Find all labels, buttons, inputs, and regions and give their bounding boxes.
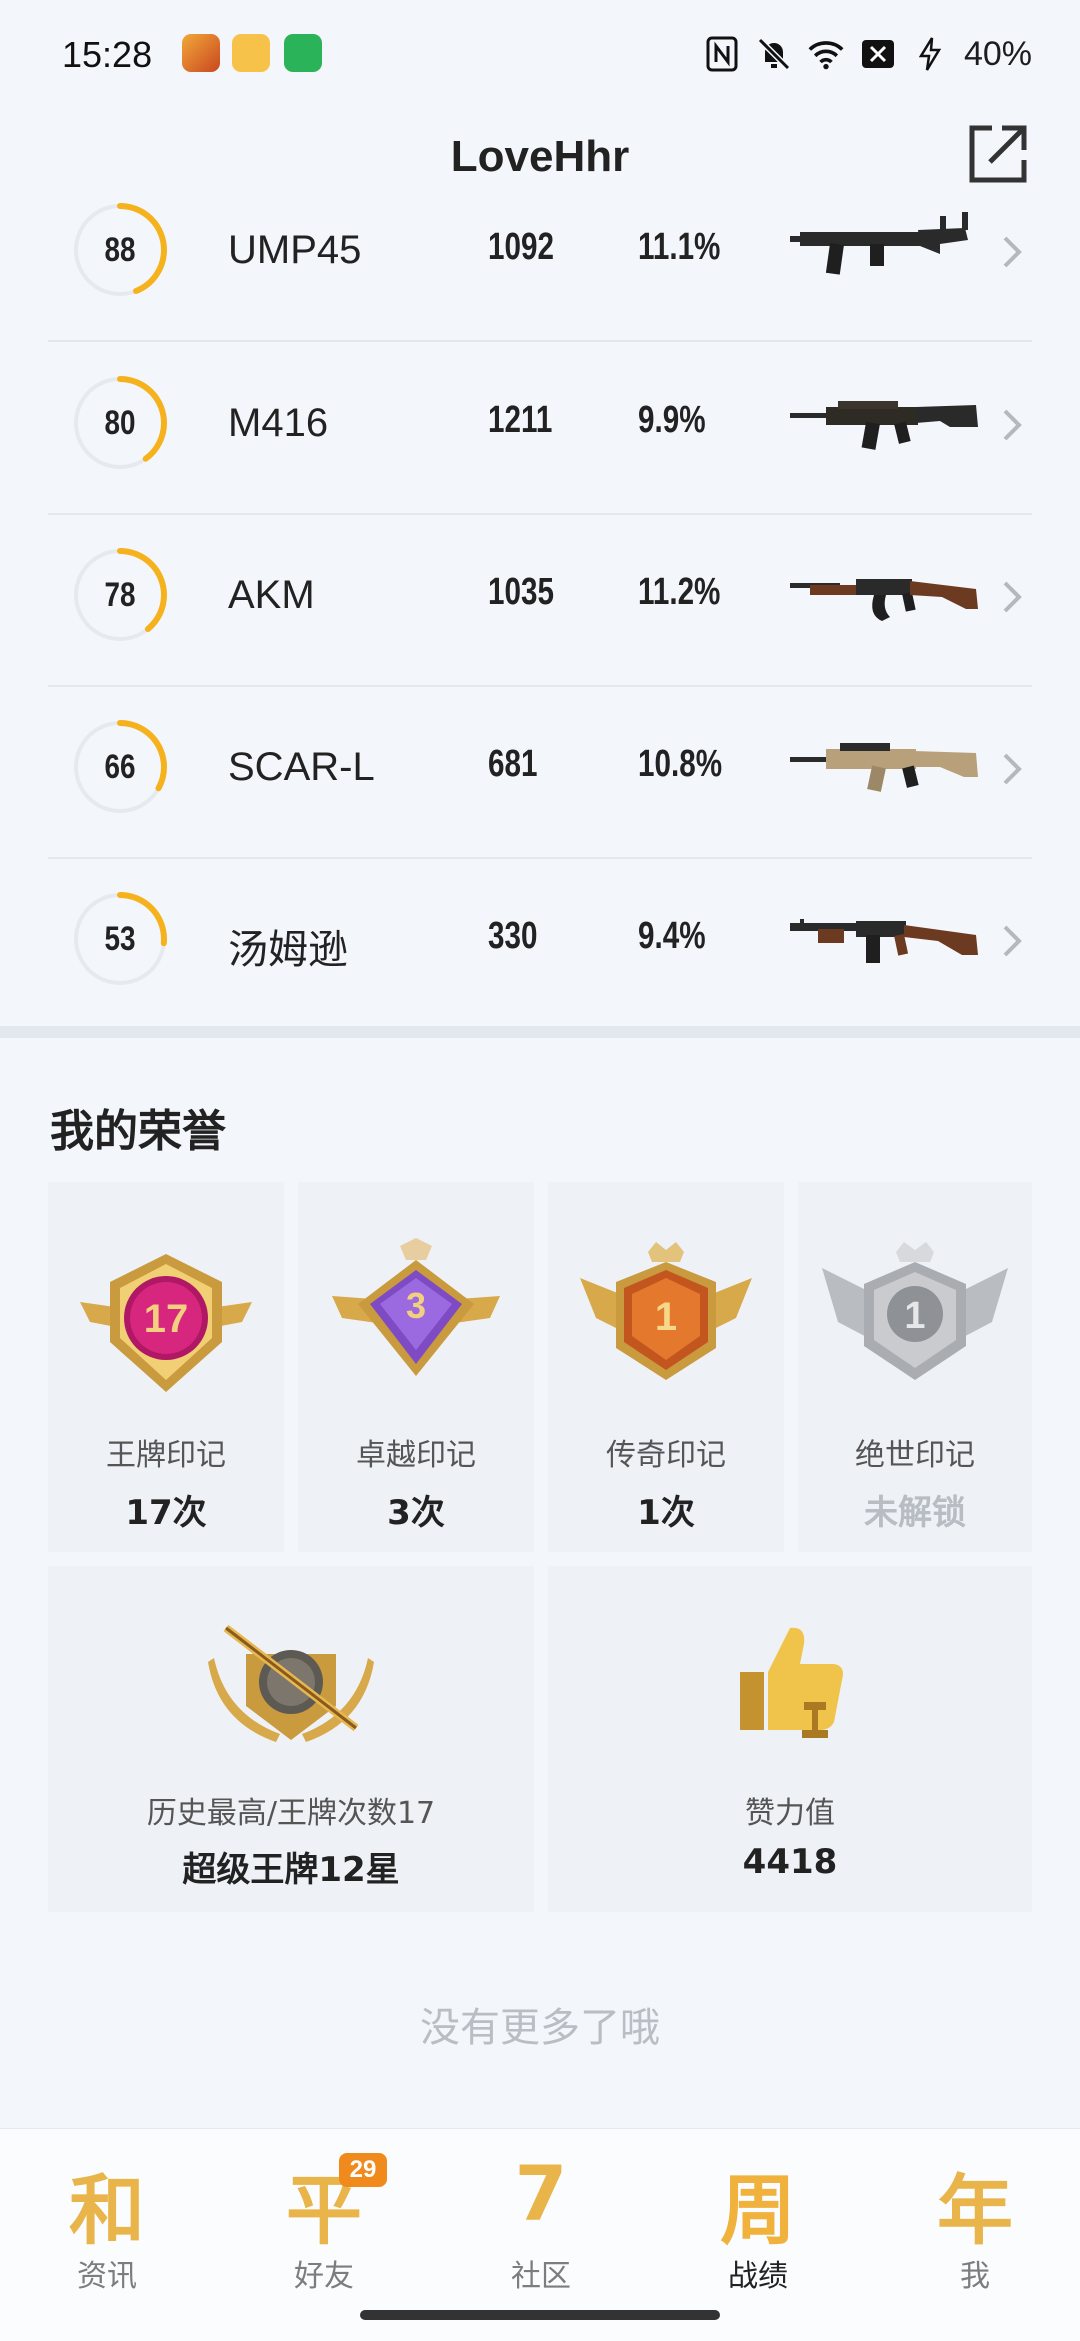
- highest-value: 超级王牌12星: [182, 1850, 400, 1890]
- legend-mark-badge-icon: 1: [580, 1242, 752, 1380]
- honor-card-likes[interactable]: 赞力值 4418: [548, 1566, 1032, 1912]
- ace-mark-badge-icon: 17: [80, 1254, 252, 1392]
- score-value: 80: [104, 403, 136, 442]
- mark-value-locked: 未解锁: [864, 1493, 966, 1533]
- shield-app-icon: [284, 34, 322, 72]
- news-tab-icon: 和: [69, 2166, 145, 2255]
- mark-label: 绝世印记: [855, 1438, 975, 1473]
- score-gauge: 88: [70, 200, 170, 300]
- weapon-row[interactable]: 80 M416 1211 9.9%: [48, 343, 1032, 515]
- tab-label: 资讯: [77, 2259, 137, 2294]
- wifi-icon: [808, 36, 844, 72]
- excellence-mark-badge-icon: 3: [332, 1238, 500, 1376]
- weapon-rate: 9.9%: [638, 399, 706, 441]
- score-gauge: 66: [70, 717, 170, 817]
- score-gauge: 53: [70, 889, 170, 989]
- score-gauge: 80: [70, 373, 170, 473]
- stats-tab-icon: 周: [720, 2166, 796, 2255]
- tab-label: 战绩: [728, 2259, 788, 2294]
- thumbs-up-icon: [740, 1627, 843, 1738]
- score-gauge: 78: [70, 545, 170, 645]
- weapon-row[interactable]: 88 UMP45 1092 11.1%: [48, 170, 1032, 342]
- mark-value: 1次: [637, 1493, 695, 1533]
- status-icons: 40%: [704, 28, 1032, 80]
- honor-card-ace[interactable]: 17 王牌印记 17次: [48, 1182, 284, 1552]
- chevron-right-icon: [1003, 236, 1022, 268]
- honor-card-legend[interactable]: 1 传奇印记 1次: [548, 1182, 784, 1552]
- status-bar: 15:28 40%: [0, 0, 1080, 110]
- weapon-row[interactable]: 53 汤姆逊 330 9.4%: [48, 859, 1032, 1029]
- weapon-name: SCAR-L: [228, 745, 375, 789]
- peerless-mark-badge-icon: 1: [822, 1242, 1008, 1380]
- weapon-name: 汤姆逊: [228, 928, 348, 972]
- highest-label: 历史最高/王牌次数17: [146, 1796, 436, 1831]
- likes-value: 4418: [742, 1842, 838, 1882]
- score-value: 66: [104, 747, 136, 786]
- akm-gun-icon: [790, 579, 978, 621]
- chevron-right-icon: [1003, 753, 1022, 785]
- chevron-right-icon: [1003, 581, 1022, 613]
- badge-number: 1: [904, 1295, 925, 1337]
- weapon-kills: 681: [488, 743, 538, 785]
- app-notification-icon-1: [182, 34, 220, 72]
- weapon-row[interactable]: 78 AKM 1035 11.2%: [48, 515, 1032, 687]
- bell-muted-icon: [756, 36, 792, 72]
- unread-count-badge: 29: [339, 2153, 387, 2187]
- chevron-right-icon: [1003, 925, 1022, 957]
- badge-number: 3: [406, 1285, 426, 1326]
- weapon-rate: 9.4%: [638, 915, 706, 957]
- weapon-name: UMP45: [228, 228, 362, 272]
- likes-label: 赞力值: [745, 1796, 835, 1831]
- honors-title: 我的荣誉: [50, 1106, 226, 1157]
- tab-community[interactable]: 7 社区: [466, 2141, 616, 2294]
- tab-me[interactable]: 年 我: [900, 2141, 1050, 2294]
- app-notification-icon-2: [232, 34, 270, 72]
- honor-card-highest[interactable]: 历史最高/王牌次数17 超级王牌12星: [48, 1566, 534, 1912]
- smg-gun-icon: [790, 212, 968, 275]
- tab-label: 社区: [511, 2259, 571, 2294]
- score-value: 88: [104, 230, 136, 269]
- chevron-right-icon: [1003, 409, 1022, 441]
- score-value: 78: [104, 575, 136, 614]
- section-divider: [0, 1026, 1080, 1038]
- weapon-kills: 1035: [488, 571, 554, 613]
- me-tab-icon: 年: [937, 2166, 1013, 2255]
- status-time: 15:28: [62, 34, 153, 75]
- end-of-list-text: 没有更多了哦: [420, 2005, 660, 2051]
- badge-number: 1: [655, 1295, 677, 1339]
- mark-value: 3次: [387, 1493, 445, 1533]
- sim-x-icon: [860, 36, 896, 72]
- weapon-kills: 1092: [488, 226, 554, 268]
- honor-card-peerless[interactable]: 1 绝世印记 未解锁: [798, 1182, 1032, 1552]
- mark-label: 王牌印记: [106, 1438, 226, 1473]
- battery-percent: 40%: [963, 34, 1032, 73]
- mark-value: 17次: [125, 1493, 207, 1533]
- weapon-name: AKM: [228, 573, 315, 617]
- home-indicator[interactable]: [360, 2310, 720, 2320]
- tommy-gun-icon: [790, 919, 978, 963]
- tab-label: 好友: [294, 2259, 354, 2294]
- honor-card-excellence[interactable]: 3 卓越印记 3次: [298, 1182, 534, 1552]
- nfc-icon: [704, 36, 740, 72]
- badge-number: 17: [144, 1297, 189, 1341]
- m416-gun-icon: [790, 401, 978, 450]
- mark-label: 卓越印记: [356, 1438, 476, 1473]
- weapon-kills: 330: [488, 915, 538, 957]
- weapon-rate: 10.8%: [638, 743, 723, 785]
- weapon-rate: 11.1%: [638, 226, 721, 268]
- score-value: 53: [104, 919, 136, 958]
- weapon-name: M416: [228, 401, 329, 445]
- tab-label: 我: [960, 2259, 990, 2294]
- weapon-row[interactable]: 66 SCAR-L 681 10.8%: [48, 687, 1032, 859]
- highest-tier-badge-icon: [208, 1624, 374, 1742]
- weapon-kills: 1211: [488, 399, 553, 441]
- scar-gun-icon: [790, 743, 978, 792]
- community-tab-icon: 7: [514, 2149, 568, 2238]
- tab-friends[interactable]: 平 29 好友: [249, 2141, 399, 2294]
- mark-label: 传奇印记: [606, 1438, 726, 1473]
- tab-news[interactable]: 和 资讯: [32, 2141, 182, 2294]
- weapon-rate: 11.2%: [638, 571, 721, 613]
- charging-icon: [912, 36, 948, 72]
- tab-stats[interactable]: 周 战绩: [683, 2141, 833, 2294]
